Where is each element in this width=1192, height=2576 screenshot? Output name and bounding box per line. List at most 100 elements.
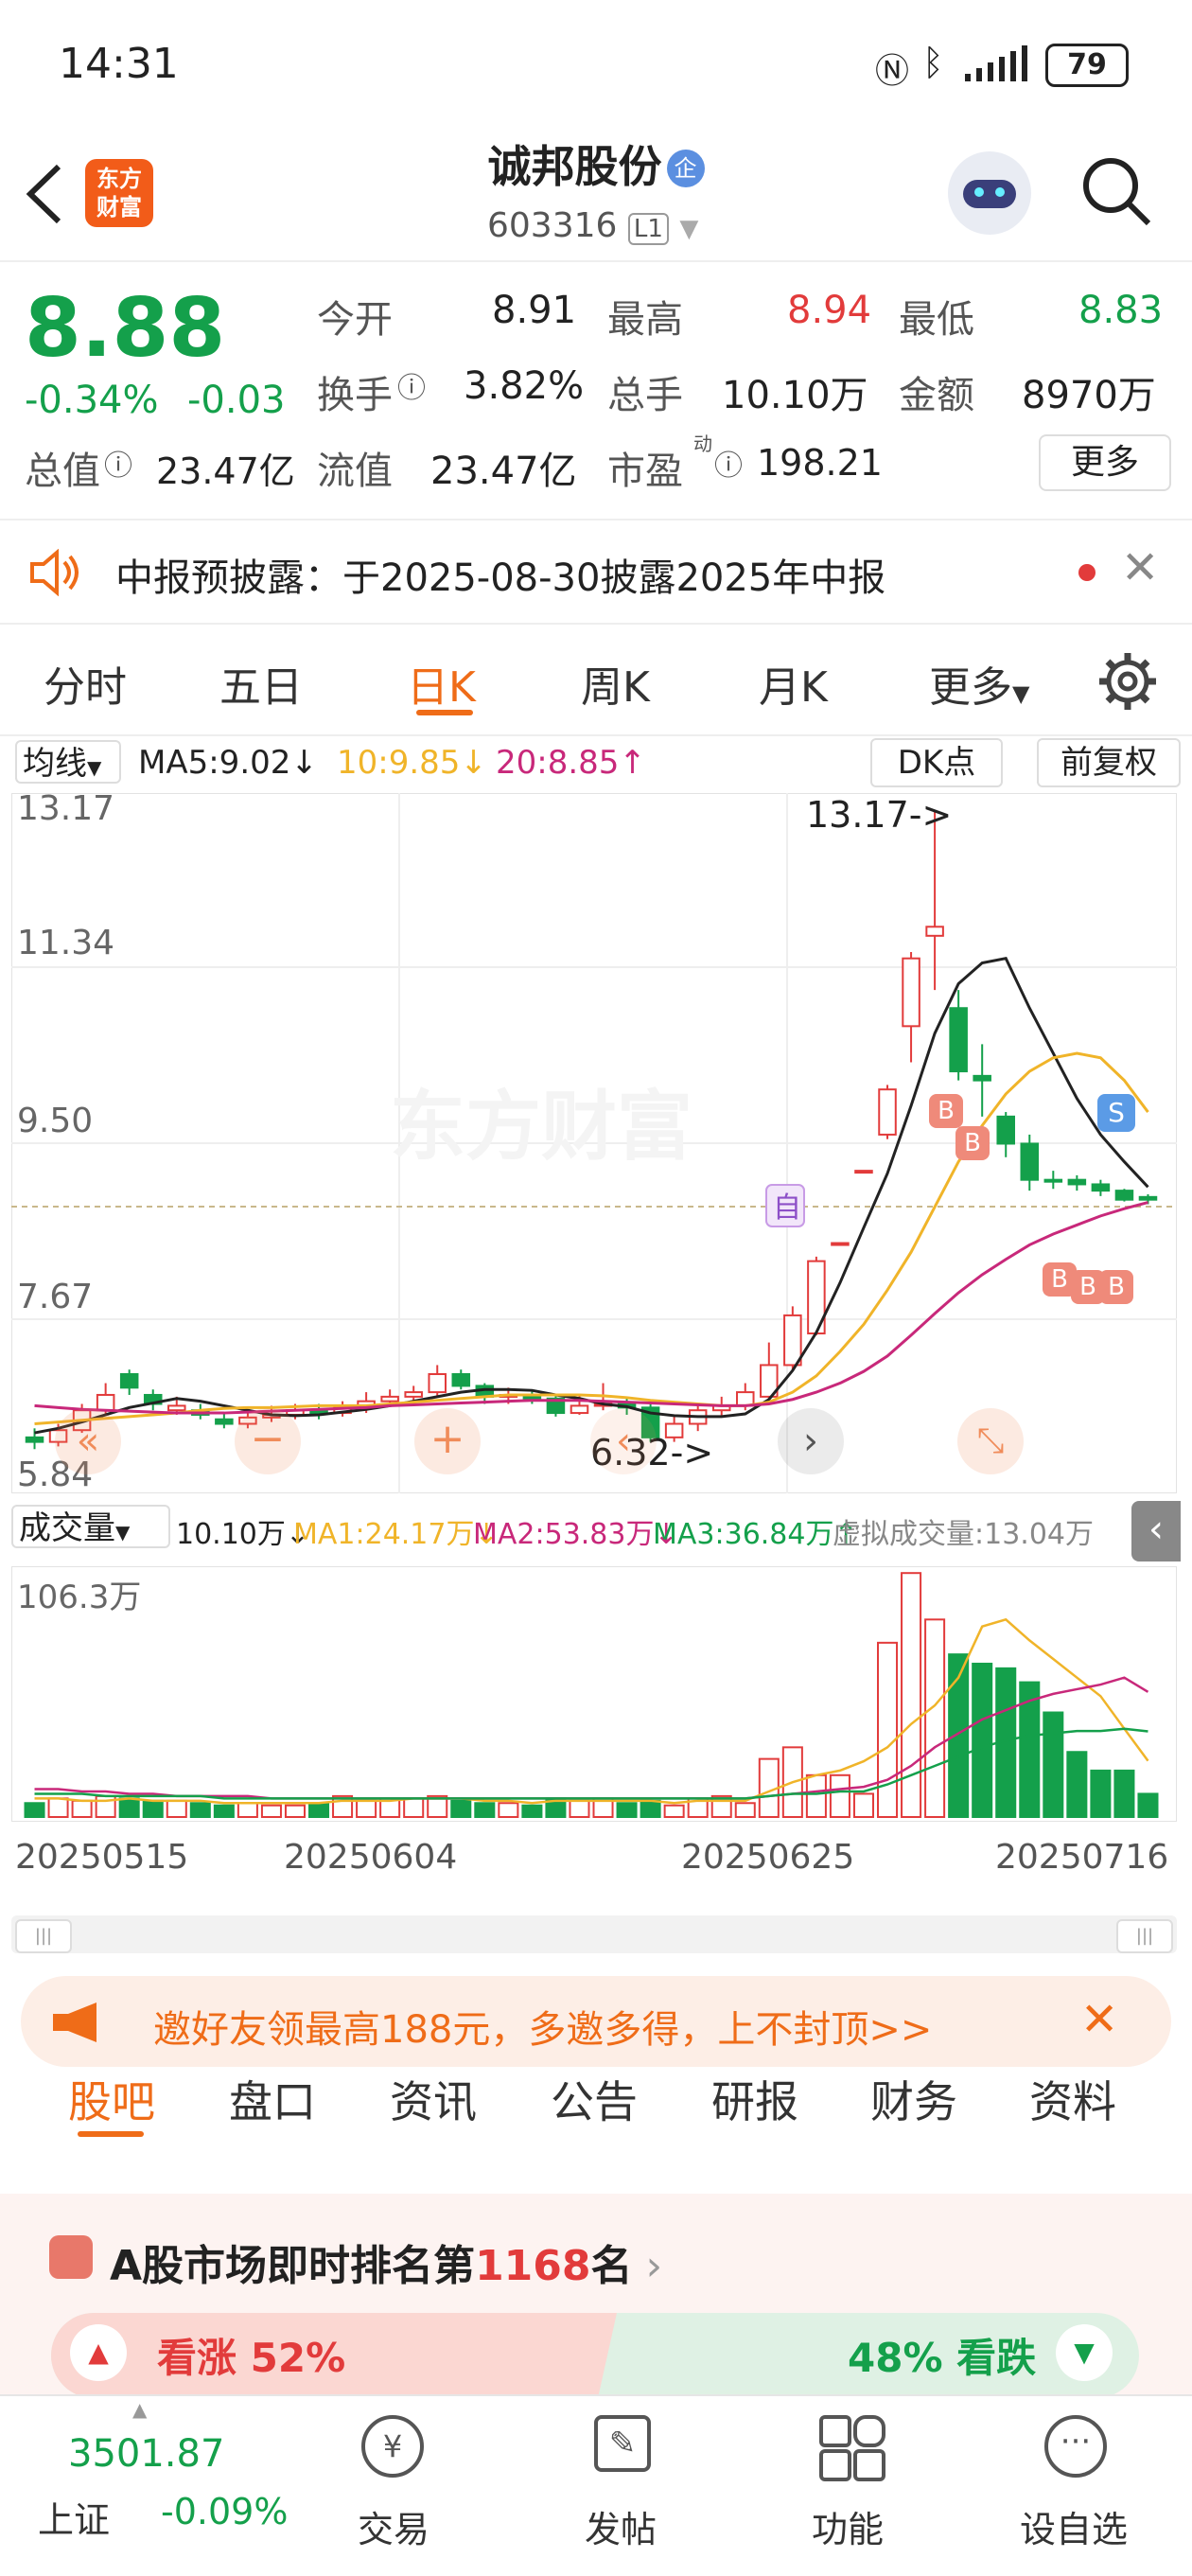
tab-guba[interactable]: 股吧 <box>68 2068 155 2130</box>
bearish-button[interactable]: ▼ <box>1056 2324 1113 2381</box>
stock-code-row[interactable]: 603316 L1 ▼ <box>487 206 698 245</box>
volume-bar <box>972 1662 993 1818</box>
collapse-panel-icon[interactable]: ‹ <box>1131 1501 1181 1561</box>
fullscreen-icon[interactable]: ⤡ <box>957 1408 1024 1474</box>
volume-bar <box>474 1802 496 1819</box>
tab-research[interactable]: 研报 <box>711 2068 798 2130</box>
sell-marker: S <box>1097 1094 1135 1132</box>
kline-chart[interactable]: 东方财富 13.17 11.34 9.50 7.67 5.84 13.17-> … <box>11 793 1177 1493</box>
tab-intraday[interactable]: 分时 <box>44 653 127 714</box>
notice-text: 中报预披露：于2025-08-30披露2025年中报 <box>115 556 886 600</box>
more-dots-icon[interactable]: ··· <box>1044 2415 1107 2478</box>
chevron-down-icon: ▼ <box>679 215 699 243</box>
tab-announcements[interactable]: 公告 <box>551 2068 638 2130</box>
tab-news[interactable]: 资讯 <box>390 2068 477 2130</box>
volume-bar <box>498 1802 519 1819</box>
scroll-left-icon[interactable]: « <box>55 1408 121 1474</box>
tab-daily-k[interactable]: 日K <box>407 653 476 714</box>
bullish-button[interactable]: ▲ <box>70 2324 127 2381</box>
section-tab-indicator <box>78 2131 144 2137</box>
virtual-volume: 虚拟成交量:13.04万 <box>833 1518 1094 1551</box>
back-icon[interactable] <box>21 161 68 227</box>
nav-watchlist[interactable]: 设自选 <box>1020 2500 1128 2552</box>
function-icon[interactable] <box>819 2415 885 2481</box>
settings-icon[interactable] <box>1097 651 1158 712</box>
previous-icon[interactable]: ‹ <box>590 1408 657 1474</box>
bluetooth-icon: ᛒ <box>922 42 944 83</box>
volume-max-label: 106.3万 <box>17 1579 141 1616</box>
zoom-in-icon[interactable]: + <box>414 1408 481 1474</box>
volume-bar <box>901 1572 922 1819</box>
more-button[interactable]: 更多 <box>1039 434 1171 491</box>
tab-more-label: 更多 <box>929 663 1012 712</box>
volume-selector-label: 成交量 <box>19 1509 115 1547</box>
tab-five-day[interactable]: 五日 <box>219 653 303 714</box>
status-bar: 14:31 Ⓝ ᛒ 79 <box>0 0 1192 123</box>
buy-marker: B <box>929 1094 963 1128</box>
info-icon[interactable]: ⓘ <box>397 364 426 406</box>
candle <box>167 1404 186 1412</box>
rank-line[interactable]: A股市场即时排名第1168名 › <box>110 2232 662 2292</box>
tab-finance[interactable]: 财务 <box>870 2068 957 2130</box>
tab-profile[interactable]: 资料 <box>1029 2068 1116 2130</box>
expand-icon[interactable]: ▲ <box>132 2398 147 2421</box>
adjust-button[interactable]: 前复权 <box>1037 738 1181 787</box>
caret-down-icon: ▼ <box>87 756 102 779</box>
robot-assistant-icon[interactable] <box>948 151 1031 235</box>
candle <box>1067 1178 1087 1186</box>
candle <box>854 1170 873 1174</box>
search-icon[interactable] <box>1078 153 1154 229</box>
volume-chart[interactable]: 106.3万 <box>11 1566 1177 1822</box>
index-change: -0.09% <box>161 2491 289 2532</box>
dk-button[interactable]: DK点 <box>870 738 1003 787</box>
volume-bar <box>47 1797 69 1819</box>
tab-weekly-k[interactable]: 周K <box>581 653 650 714</box>
candle <box>451 1372 471 1387</box>
pe-dynamic-mark: 动 <box>693 432 712 455</box>
logo-text-2: 财富 <box>96 194 142 221</box>
eastmoney-logo[interactable]: 东方 财富 <box>85 159 153 227</box>
promo-banner[interactable]: 邀好友领最高188元，多邀多得，上不封顶>> ✕ <box>21 1976 1171 2067</box>
date-label: 20250716 <box>995 1838 1169 1877</box>
megaphone-icon <box>53 2003 96 2042</box>
low-value: 8.83 <box>1078 289 1164 332</box>
high-label: 最高 <box>607 298 683 342</box>
tab-pankou[interactable]: 盘口 <box>229 2068 316 2130</box>
ma-selector[interactable]: 均线▼ <box>15 740 121 784</box>
notice-bar[interactable]: 中报预披露：于2025-08-30披露2025年中报 ✕ <box>0 519 1192 625</box>
info-icon[interactable]: ⓘ <box>104 442 132 484</box>
nav-post[interactable]: 发帖 <box>585 2500 657 2552</box>
info-icon[interactable]: ⓘ <box>714 442 743 484</box>
nav-function[interactable]: 功能 <box>812 2500 884 2552</box>
volume-bar <box>829 1773 850 1818</box>
close-icon[interactable]: ✕ <box>1121 541 1159 594</box>
scroll-handle-left[interactable]: ||| <box>15 1919 72 1953</box>
vol-ma1: MA1:24.17万↓ <box>293 1518 499 1551</box>
pe-label: 市盈 <box>607 450 683 493</box>
candle <box>1114 1190 1134 1201</box>
tab-more[interactable]: 更多▼ <box>929 653 1029 714</box>
next-icon[interactable]: › <box>778 1408 844 1474</box>
mcap-value: 23.47亿 <box>156 450 295 492</box>
volume-latest: 10.10万↓ <box>176 1518 310 1551</box>
candle <box>119 1372 139 1389</box>
candle <box>570 1404 589 1415</box>
amount-value: 8970万 <box>1022 374 1156 417</box>
volume-selector[interactable]: 成交量▼ <box>11 1505 170 1548</box>
candle <box>996 1115 1015 1145</box>
zoom-out-icon[interactable]: − <box>235 1408 301 1474</box>
candle <box>831 1242 850 1246</box>
rank-number: 1168 <box>475 2242 591 2290</box>
index-value[interactable]: 3501.87 <box>68 2432 224 2476</box>
chart-scrollbar[interactable]: ||| ||| <box>11 1915 1177 1953</box>
nav-trade[interactable]: 交易 <box>358 2500 429 2552</box>
volume-bar <box>852 1792 874 1819</box>
volume-bar <box>260 1804 282 1818</box>
trade-icon[interactable]: ¥ <box>361 2415 424 2478</box>
tab-monthly-k[interactable]: 月K <box>759 653 828 714</box>
volume-bar <box>1090 1769 1112 1818</box>
volume-bar <box>877 1641 899 1818</box>
close-icon[interactable]: ✕ <box>1080 1993 1118 2046</box>
scroll-handle-right[interactable]: ||| <box>1116 1919 1173 1953</box>
post-icon[interactable]: ✎ <box>594 2415 651 2472</box>
